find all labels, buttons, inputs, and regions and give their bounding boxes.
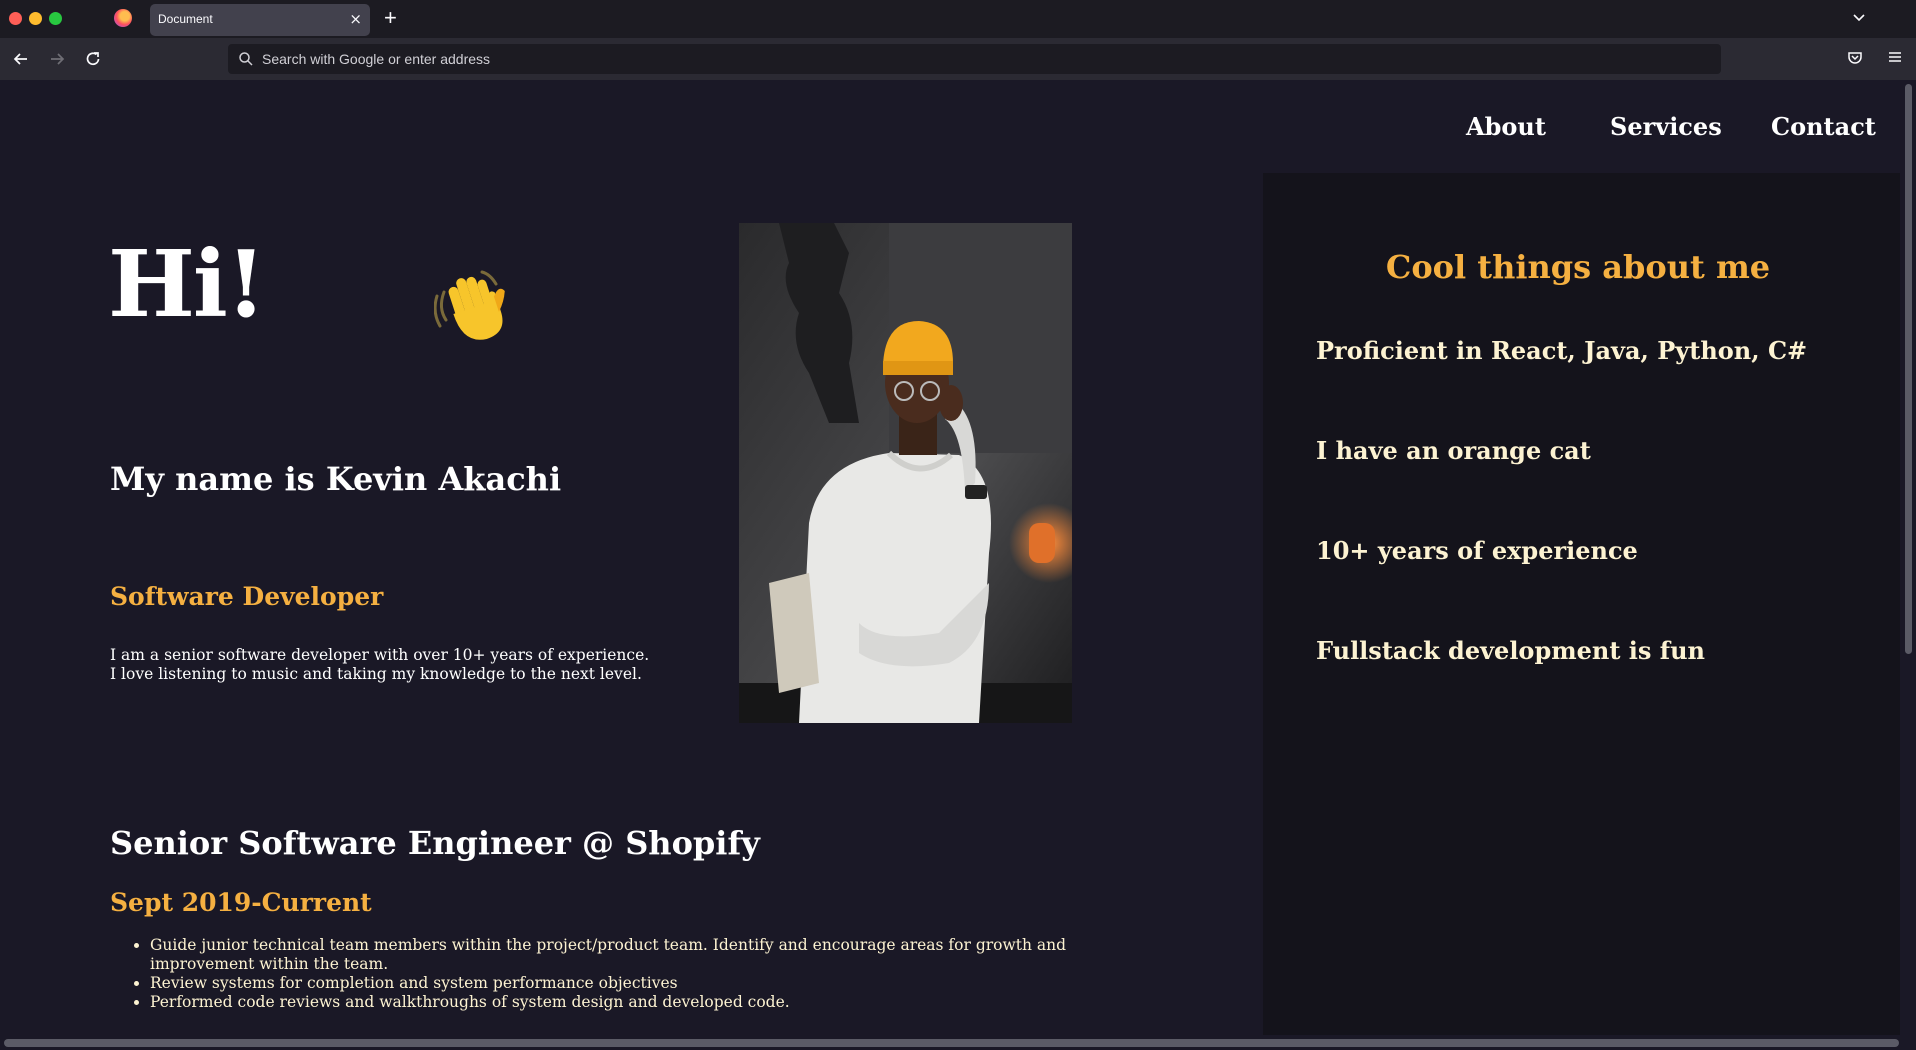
- nav-link-about[interactable]: About: [1466, 112, 1546, 141]
- job-responsibilities-list: Guide junior technical team members with…: [150, 936, 1150, 1012]
- fact-item: I have an orange cat: [1316, 436, 1591, 465]
- close-tab-button[interactable]: ×: [349, 10, 362, 28]
- browser-toolbar: Search with Google or enter address: [0, 38, 1916, 80]
- list-item: Review systems for completion and system…: [150, 974, 1150, 993]
- bio-paragraph: I am a senior software developer with ov…: [110, 646, 650, 683]
- new-tab-button[interactable]: +: [384, 5, 397, 31]
- browser-tab-bar: Document × +: [0, 0, 1916, 38]
- nav-link-services[interactable]: Services: [1610, 112, 1722, 141]
- reload-icon[interactable]: [82, 48, 104, 70]
- vertical-scrollbar-thumb[interactable]: [1905, 84, 1912, 654]
- pocket-icon[interactable]: [1846, 49, 1864, 67]
- forward-arrow-icon[interactable]: [46, 48, 68, 70]
- list-item: Guide junior technical team members with…: [150, 936, 1150, 974]
- fact-item: Proficient in React, Java, Python, C#: [1316, 336, 1808, 365]
- horizontal-scrollbar-thumb[interactable]: [4, 1039, 1899, 1047]
- vertical-scrollbar[interactable]: [1900, 80, 1916, 1035]
- greeting-heading: Hi!: [108, 230, 266, 338]
- fact-item: 10+ years of experience: [1316, 536, 1638, 565]
- cool-things-heading: Cool things about me: [1385, 248, 1771, 286]
- back-arrow-icon[interactable]: [10, 48, 32, 70]
- job-date: Sept 2019-Current: [110, 888, 372, 917]
- zoom-window-button[interactable]: [49, 12, 62, 25]
- cool-things-panel: Cool things about me Proficient in React…: [1263, 173, 1900, 1035]
- role-heading: Software Developer: [110, 582, 384, 611]
- job-title-heading: Senior Software Engineer @ Shopify: [110, 824, 760, 862]
- list-item: Performed code reviews and walkthroughs …: [150, 993, 1150, 1012]
- address-bar[interactable]: Search with Google or enter address: [228, 44, 1721, 74]
- web-page: About Services Contact Hi! My name is Ke…: [0, 80, 1900, 1035]
- address-bar-placeholder: Search with Google or enter address: [262, 51, 491, 67]
- minimize-window-button[interactable]: [29, 12, 42, 25]
- tab-title: Document: [158, 12, 213, 26]
- name-heading: My name is Kevin Akachi: [110, 460, 562, 498]
- waving-hand-icon: [434, 270, 505, 340]
- horizontal-scrollbar[interactable]: [0, 1035, 1916, 1050]
- search-icon: [239, 52, 253, 66]
- firefox-icon[interactable]: [114, 9, 132, 27]
- chevron-down-icon[interactable]: [1852, 10, 1866, 24]
- nav-link-contact[interactable]: Contact: [1771, 112, 1876, 141]
- close-window-button[interactable]: [9, 12, 22, 25]
- hamburger-menu-icon[interactable]: [1886, 48, 1904, 66]
- browser-tab[interactable]: Document ×: [150, 4, 370, 36]
- portrait-photo: [739, 223, 1072, 723]
- fact-item: Fullstack development is fun: [1316, 636, 1705, 665]
